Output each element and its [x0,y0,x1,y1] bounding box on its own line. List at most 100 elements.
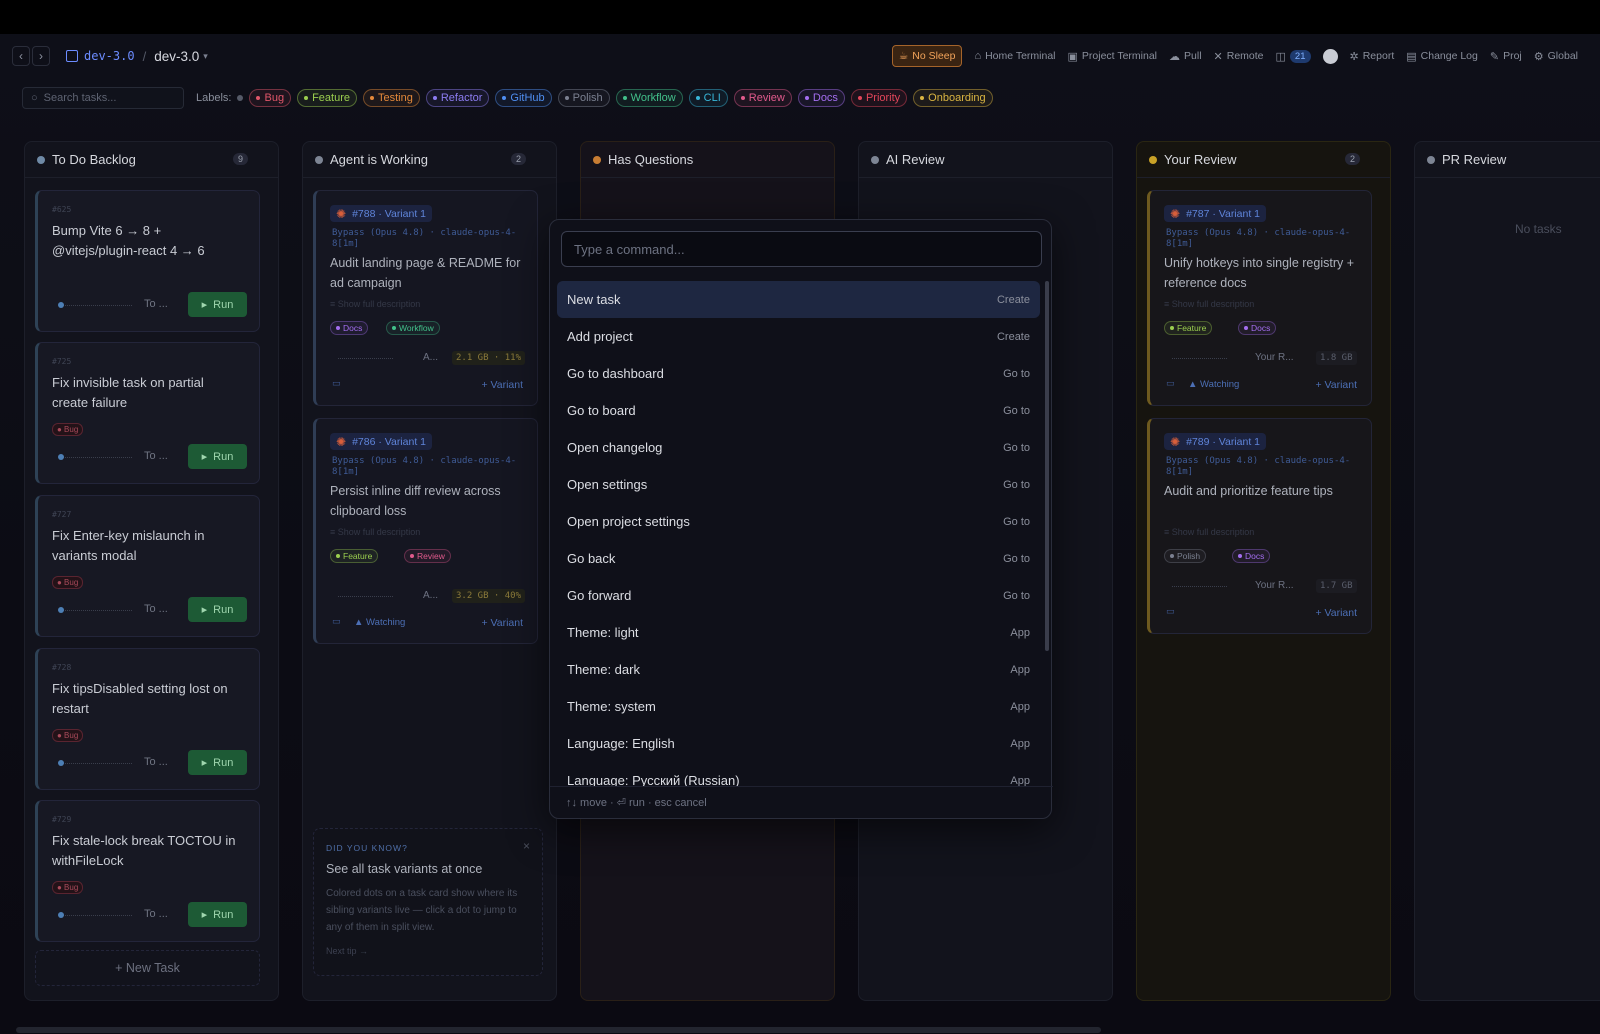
label-chip-feature[interactable]: Feature [297,89,357,107]
label-chip-refactor[interactable]: Refactor [425,89,490,107]
show-description-link[interactable]: ≡ Show full description [1164,527,1254,537]
task-card[interactable]: #728 Fix tipsDisabled setting lost on res… [35,648,260,790]
command-item[interactable]: Open changelog Go to [557,429,1040,466]
model-info: Bypass (Opus 4.8) · claude-opus-4-8[1m] [332,456,517,477]
command-input[interactable] [561,231,1042,267]
task-card[interactable]: #727 Fix Enter-key mislaunch in variants … [35,495,260,637]
task-title: Persist inline diff review across clipbo… [330,484,501,518]
command-item[interactable]: Theme: light App [557,614,1040,651]
search-box[interactable]: ○ Search tasks... [22,87,184,109]
comment-icon[interactable]: ▭ [1166,378,1175,389]
add-variant-button[interactable]: + Variant [481,617,523,629]
label-chip-workflow[interactable]: Workflow [615,89,683,107]
task-card[interactable]: ✺ #788 · Variant 1 Bypass (Opus 4.8) · cla… [313,190,538,406]
task-card[interactable]: #725 Fix invisible task on partial create… [35,342,260,484]
chevron-down-icon[interactable]: ▾ [203,51,208,62]
column-status-dot [1427,155,1435,164]
label-chip-label: Priority [865,92,901,104]
breadcrumb-repo[interactable]: dev-3.0 [84,49,135,63]
show-description-label: Show full description [337,299,421,309]
wrench-icon: ✎ [1489,50,1500,63]
remote-button[interactable]: ✕ Remote [1214,50,1264,63]
comment-icon[interactable]: ▭ [1166,606,1175,617]
forward-arrow-icon[interactable]: › [32,46,50,66]
command-item[interactable]: Language: English App [557,725,1040,762]
command-list-scrollbar[interactable] [1045,281,1049,651]
command-item[interactable]: Go back Go to [557,540,1040,577]
column-title: Agent is Working [330,152,429,167]
comment-icon[interactable]: ▭ [332,378,341,389]
column-status-dot [871,155,879,164]
task-title: Fix invisible task on partial create fai… [52,375,204,410]
run-button[interactable]: ▸ Run [188,444,247,469]
command-item[interactable]: Go to board Go to [557,392,1040,429]
panels-button[interactable]: ◫ 21 [1276,49,1311,63]
label-chip-onboarding[interactable]: Onboarding [913,89,993,107]
run-button[interactable]: ▸ Run [188,292,247,317]
remote-label: Remote [1226,50,1264,62]
command-kind: Go to [1003,552,1030,565]
show-description-link[interactable]: ≡ Show full description [330,527,420,537]
github-icon[interactable] [1322,48,1338,64]
label-chip-github[interactable]: GitHub [495,89,552,107]
command-palette: New task Create Add project Create Go to das… [549,219,1053,819]
label-chip-priority[interactable]: Priority [850,89,908,107]
task-card[interactable]: ✺ #789 · Variant 1 Bypass (Opus 4.8) · cla… [1147,418,1372,634]
run-button[interactable]: ▸ Run [188,750,247,775]
watching-indicator[interactable]: ▲ Watching [1188,379,1239,390]
back-arrow-icon[interactable]: ‹ [12,46,30,66]
command-item[interactable]: Theme: system App [557,688,1040,725]
run-button[interactable]: ▸ Run [188,597,247,622]
home-terminal-button[interactable]: ⌂ Home Terminal [974,50,1055,62]
search-input[interactable]: Search tasks... [44,92,117,104]
label-chip-label: Workflow [630,92,676,104]
show-description-link[interactable]: ≡ Show full description [1164,299,1254,309]
variant-header: ✺ #787 · Variant 1 [1164,205,1266,222]
command-label: Theme: light [567,625,639,640]
comment-icon[interactable]: ▭ [332,616,341,627]
label-chip-polish[interactable]: Polish [557,89,610,107]
run-button[interactable]: ▸ Run [188,902,247,927]
task-card[interactable]: #625 Bump Vite 6 → 8 + @vitejs/plugin-rea… [35,190,260,332]
no-sleep-button[interactable]: ☕ No Sleep [891,45,963,67]
label-chip-label: GitHub [510,92,545,104]
add-variant-button[interactable]: + Variant [1315,607,1357,619]
next-tip-link[interactable]: Next tip → [326,946,368,956]
label-chip-docs[interactable]: Docs [797,89,845,107]
task-status: A... [423,352,439,363]
command-item[interactable]: Go forward Go to [557,577,1040,614]
label-chip-bug[interactable]: Bug [249,89,292,107]
report-button[interactable]: ✲ Report [1350,50,1395,63]
change-log-button[interactable]: ▤ Change Log [1406,50,1478,63]
add-variant-button[interactable]: + Variant [1315,379,1357,391]
label-dot [336,326,340,330]
command-item[interactable]: Go to dashboard Go to [557,355,1040,392]
command-item[interactable]: Theme: dark App [557,651,1040,688]
labels-all-dot[interactable] [237,95,244,101]
command-item[interactable]: Open settings Go to [557,466,1040,503]
task-title: Bump Vite 6 → 8 + @vitejs/plugin-react 4… [52,223,205,258]
label-chip-review[interactable]: Review [733,89,792,107]
watching-indicator[interactable]: ▲ Watching [354,617,405,628]
project-settings-button[interactable]: ✎ Proj [1490,50,1522,63]
board-scrollbar[interactable] [16,1027,1101,1033]
add-variant-button[interactable]: + Variant [481,379,523,391]
task-card[interactable]: ✺ #787 · Variant 1 Bypass (Opus 4.8) · cla… [1147,190,1372,406]
breadcrumb-project[interactable]: dev-3.0 [154,49,199,64]
command-item[interactable]: Open project settings Go to [557,503,1040,540]
global-settings-button[interactable]: ⚙ Global [1534,50,1578,63]
close-icon[interactable]: × [523,839,530,853]
show-description-link[interactable]: ≡ Show full description [330,299,420,309]
command-item[interactable]: Language: Русский (Russian) App [557,762,1040,786]
proj-label: Proj [1503,50,1522,62]
label-chip-cli[interactable]: CLI [688,89,728,107]
new-task-button[interactable]: + New Task [35,950,260,986]
command-item[interactable]: New task Create [557,281,1040,318]
pull-button[interactable]: ☁ Pull [1169,50,1202,63]
task-card[interactable]: ✺ #786 · Variant 1 Bypass (Opus 4.8) · cla… [313,418,538,644]
project-terminal-button[interactable]: ▣ Project Terminal [1068,50,1158,63]
command-label: Open changelog [567,440,663,455]
command-item[interactable]: Add project Create [557,318,1040,355]
label-chip-testing[interactable]: Testing [362,89,420,107]
task-card[interactable]: #729 Fix stale-lock break TOCTOU in withF… [35,800,260,942]
